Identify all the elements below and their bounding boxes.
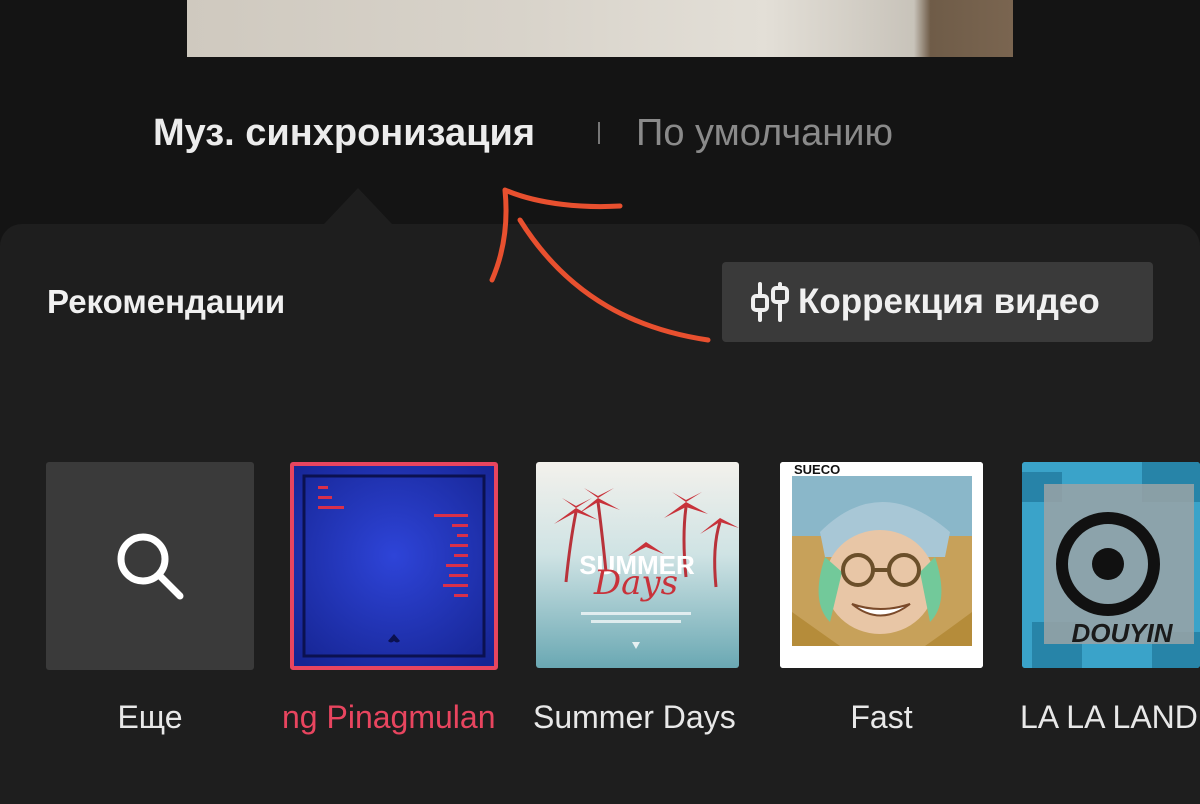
track-tile-la-la-land[interactable]: DOUYIN [1022,462,1200,668]
track-label-summer-days: Summer Days [533,699,736,735]
track-label-fast: Fast [850,699,913,735]
more-tracks-tile[interactable] [46,462,254,670]
track-label-pinagmulan: ng Pinagmulan [282,699,496,735]
tab-default[interactable]: По умолчанию [636,108,893,158]
album-cover-la-la-land: DOUYIN [1022,462,1200,668]
track-tile-pinagmulan[interactable] [290,462,498,670]
active-tab-pointer [324,188,392,224]
track-label-la-la-land: LA LA LAND [1020,699,1198,735]
track-label-more: Еще [117,699,183,735]
svg-text:Days: Days [593,563,678,603]
video-correction-label: Коррекция видео [798,282,1100,321]
track-tile-summer-days[interactable]: SUMMER Days [536,462,739,668]
track-tile-fast[interactable]: SUECO [780,462,983,668]
cover-text-douyin: DOUYIN [1071,618,1173,648]
video-preview [187,0,1013,57]
video-correction-button[interactable]: Коррекция видео [722,262,1153,342]
tab-music-sync[interactable]: Муз. синхронизация [153,108,535,158]
mode-tabs: Муз. синхронизация По умолчанию [0,108,1200,158]
album-cover-pinagmulan [294,466,494,666]
cover-text-sueco: SUECO [794,462,840,477]
album-cover-summer-days: SUMMER Days [536,462,739,668]
tab-divider [598,122,600,144]
section-title: Рекомендации [47,283,286,320]
search-icon [117,533,184,600]
album-cover-fast: SUECO [780,462,983,668]
sliders-icon [751,282,789,322]
